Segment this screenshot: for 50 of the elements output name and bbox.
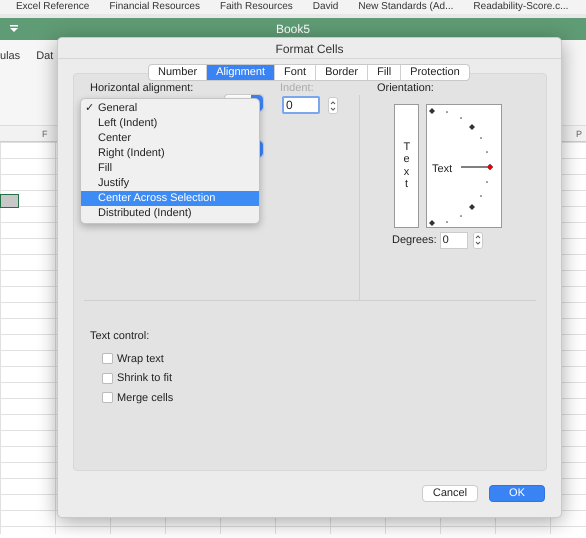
selected-cell: [0, 194, 19, 208]
column-header: F: [42, 128, 48, 141]
vertical-text-box[interactable]: Text: [394, 104, 419, 228]
tab[interactable]: Fill: [367, 65, 400, 80]
field-label: Indent:: [280, 81, 314, 96]
chevron-up-down-icon: [474, 234, 482, 246]
window-title: Book5: [276, 21, 310, 38]
bookmark-link[interactable]: New Standards (Ad...: [358, 0, 454, 14]
bookmark-link[interactable]: David: [312, 0, 338, 14]
ribbon-tab[interactable]: ulas: [0, 48, 20, 125]
menu-item[interactable]: Justify: [81, 176, 259, 191]
check-icon: ✓: [85, 102, 94, 114]
ribbon-tab[interactable]: Dat: [36, 48, 54, 125]
menu-item[interactable]: Distributed (Indent): [81, 206, 259, 221]
checkbox[interactable]: [102, 353, 113, 364]
checkbox-label: Shrink to fit: [117, 371, 172, 386]
tab[interactable]: Number: [149, 65, 206, 80]
bookmark-link[interactable]: Excel Reference: [16, 0, 90, 14]
section-label: Text control:: [90, 329, 150, 344]
checkbox[interactable]: [102, 372, 113, 384]
cancel-button[interactable]: Cancel: [422, 485, 478, 502]
tab[interactable]: Alignment: [206, 65, 274, 80]
bookmark-link[interactable]: Readability-Score.c...: [473, 0, 568, 14]
column-header: P: [576, 128, 582, 141]
field-label: Horizontal alignment:: [90, 81, 194, 96]
checkbox-label: Wrap text: [117, 352, 164, 366]
bookmark-link[interactable]: Financial Resources: [109, 0, 200, 14]
tab[interactable]: Border: [315, 65, 368, 80]
chevron-up-down-icon: [329, 100, 337, 112]
dropdown-icon[interactable]: [10, 25, 18, 32]
tab[interactable]: Protection: [400, 65, 469, 80]
stepper[interactable]: [472, 232, 483, 248]
menu-item[interactable]: Fill: [81, 161, 259, 176]
degrees-field[interactable]: 0: [440, 232, 468, 248]
field-label: Orientation:: [377, 81, 435, 96]
field-label: Degrees:: [392, 232, 437, 248]
tab[interactable]: Font: [274, 65, 316, 80]
vertical-text: Text: [403, 141, 410, 190]
checkbox[interactable]: [102, 392, 113, 404]
menu-item[interactable]: Right (Indent): [81, 146, 259, 161]
ok-button[interactable]: OK: [489, 485, 545, 502]
dial-text: Text: [432, 162, 452, 176]
stepper[interactable]: [328, 97, 338, 114]
checkbox-label: Merge cells: [117, 390, 174, 406]
orientation-dial[interactable]: Text: [426, 104, 502, 228]
bookmark-link[interactable]: Faith Resources: [220, 0, 293, 14]
menu-item[interactable]: Left (Indent): [81, 116, 259, 131]
menu-item[interactable]: ✓ General: [81, 101, 259, 116]
menu-item[interactable]: Center: [81, 131, 259, 146]
dialog-title: Format Cells: [274, 41, 344, 58]
